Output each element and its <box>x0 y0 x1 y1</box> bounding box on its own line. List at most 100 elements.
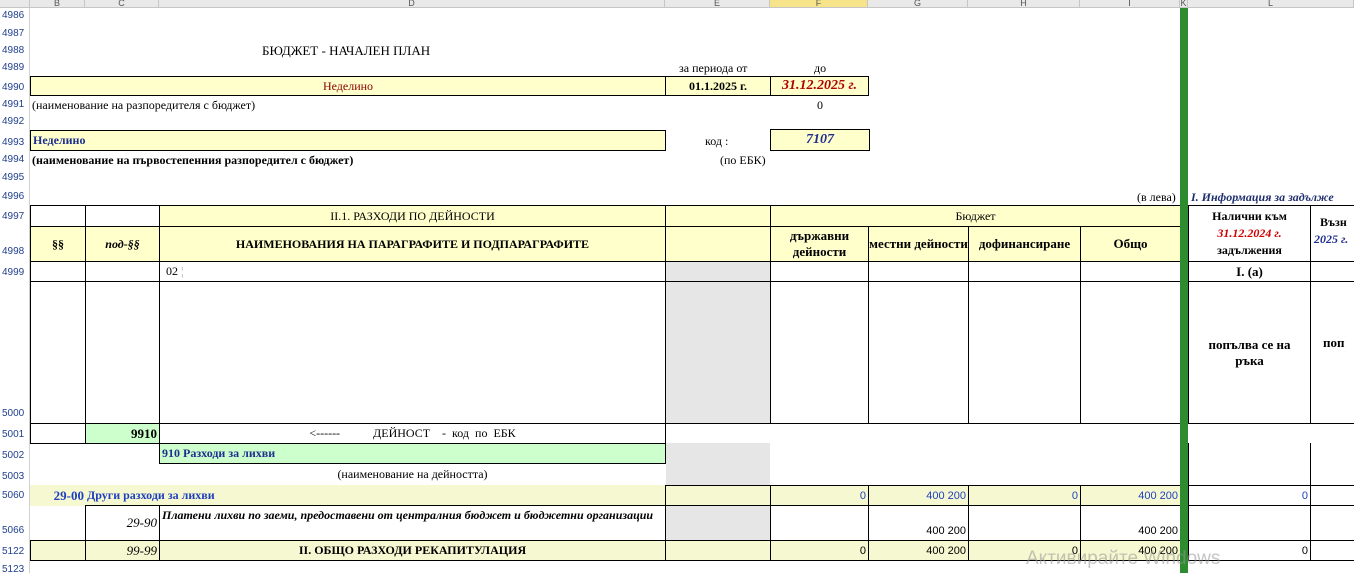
row-header[interactable]: 4989 <box>0 62 30 73</box>
r5066-info[interactable] <box>1188 505 1311 541</box>
spender-value[interactable]: 0 <box>817 98 823 113</box>
row-header[interactable]: 5123 <box>0 564 30 575</box>
column-header-g[interactable]: G <box>868 0 968 8</box>
col-cofin-header: дофинансиране <box>968 226 1081 262</box>
column-header-f[interactable]: F <box>770 0 868 8</box>
r5000-e[interactable] <box>665 281 771 424</box>
r5122-e[interactable] <box>665 540 771 561</box>
row-header[interactable]: 5002 <box>0 450 30 461</box>
r5001-par[interactable] <box>30 423 86 444</box>
r5000-state[interactable] <box>770 281 869 424</box>
r5060-par[interactable]: 29-00 <box>30 485 86 506</box>
column-header-h[interactable]: H <box>968 0 1080 8</box>
r5000-subpar[interactable] <box>85 281 160 424</box>
column-header-k[interactable]: K <box>1180 0 1188 8</box>
municipality-name-cell[interactable]: Неделино <box>30 76 666 96</box>
col-names-header: НАИМЕНОВАНИЯ НА ПАРАГРАФИТЕ И ПОДПАРАГРА… <box>159 226 666 262</box>
row-header[interactable]: 4998 <box>0 246 30 257</box>
row-header[interactable]: 5001 <box>0 429 30 440</box>
r5066-total[interactable]: 400 200 <box>1080 505 1181 541</box>
r4999-local[interactable] <box>868 261 969 282</box>
r5060-e[interactable] <box>665 485 771 506</box>
row-header[interactable]: 5000 <box>0 408 30 419</box>
r5000-par[interactable] <box>30 281 86 424</box>
column-header-l[interactable]: L <box>1188 0 1354 8</box>
column-header-d[interactable]: D <box>159 0 665 8</box>
frozen-pane-divider[interactable] <box>1180 8 1188 573</box>
r5122-subpar[interactable]: 99-99 <box>85 540 160 561</box>
column-header-b[interactable]: B <box>30 0 85 8</box>
date-to-cell[interactable]: 31.12.2025 г. <box>770 76 869 96</box>
r4999-code-cell[interactable]: 02 ¦ <box>159 261 666 282</box>
col-local-header: местни дейности <box>868 226 969 262</box>
r5060-total[interactable]: 400 200 <box>1080 485 1181 506</box>
r5122-state[interactable]: 0 <box>770 540 869 561</box>
r4999-cofin[interactable] <box>968 261 1081 282</box>
r5066-local[interactable]: 400 200 <box>868 505 969 541</box>
r5002-left-blank <box>30 443 160 485</box>
r4999-total[interactable] <box>1080 261 1181 282</box>
row-header[interactable]: 4996 <box>0 191 30 202</box>
activity-name-cell[interactable]: 910 Разходи за лихви <box>159 443 666 464</box>
row-header[interactable]: 4992 <box>0 116 30 127</box>
column-header-c[interactable]: C <box>85 0 159 8</box>
activity-code-cell[interactable]: 9910 <box>85 423 160 444</box>
r4999-e[interactable] <box>665 261 771 282</box>
r5000-local[interactable] <box>868 281 969 424</box>
col-available-label: Налични към <box>1212 209 1287 223</box>
info-section-header: I. Информация за задълже <box>1191 190 1334 204</box>
primary-spender-note: (наименование на първостепенния разпоред… <box>32 153 354 167</box>
r5060-cofin[interactable]: 0 <box>968 485 1081 506</box>
row-header[interactable]: 5060 <box>0 490 30 501</box>
header-par-top <box>30 205 86 227</box>
row-header[interactable]: 4988 <box>0 45 30 56</box>
r5122-name[interactable]: II. ОБЩО РАЗХОДИ РЕКАПИТУЛАЦИЯ <box>159 540 666 561</box>
column-header-i[interactable]: I <box>1080 0 1180 8</box>
r5122-par[interactable] <box>30 540 86 561</box>
r5066-state[interactable] <box>770 505 869 541</box>
sheet-title: БЮДЖЕТ - НАЧАЛЕН ПЛАН <box>262 43 431 58</box>
col-next-date: 2025 г. <box>1314 232 1349 246</box>
r5000-total[interactable] <box>1080 281 1181 424</box>
r5002-info <box>1188 443 1311 485</box>
r5122-local[interactable]: 400 200 <box>868 540 969 561</box>
row-header[interactable]: 5003 <box>0 471 30 482</box>
manual-fill-note[interactable]: попълва се на ръка <box>1188 281 1311 424</box>
row-header[interactable]: 5122 <box>0 546 30 557</box>
budget-header-cell: Бюджет <box>770 205 1181 227</box>
r5060-name[interactable]: Други разходи за лихви <box>85 485 665 506</box>
r5066-next[interactable] <box>1310 505 1354 541</box>
row-header[interactable]: 4993 <box>0 137 30 148</box>
row-header[interactable]: 4997 <box>0 211 30 222</box>
r4999-par[interactable] <box>30 261 86 282</box>
r5066-e[interactable] <box>665 505 771 541</box>
row-header[interactable]: 4994 <box>0 154 30 165</box>
r5000-name[interactable] <box>159 281 666 424</box>
r5000-cofin[interactable] <box>968 281 1081 424</box>
row-header[interactable]: 4995 <box>0 172 30 183</box>
manual-fill-note-next[interactable]: поп <box>1310 281 1354 424</box>
r5060-local[interactable]: 400 200 <box>868 485 969 506</box>
r4999-subpar[interactable] <box>85 261 160 282</box>
r5066-cofin[interactable] <box>968 505 1081 541</box>
row-header[interactable]: 4986 <box>0 10 30 21</box>
r5060-info[interactable]: 0 <box>1188 485 1311 506</box>
corner-cell[interactable] <box>0 0 30 8</box>
primary-spender-cell[interactable]: Неделино <box>30 130 666 151</box>
row-header[interactable]: 4991 <box>0 99 30 110</box>
column-header-e[interactable]: E <box>665 0 770 8</box>
row-header[interactable]: 4990 <box>0 82 30 93</box>
row-header[interactable]: 5066 <box>0 525 30 536</box>
r4999-state[interactable] <box>770 261 869 282</box>
r4999-info[interactable]: I. (a) <box>1188 261 1311 282</box>
r5066-subpar-cell[interactable]: 29-90 <box>85 505 160 541</box>
r4999-next[interactable] <box>1310 261 1354 282</box>
code-value-cell[interactable]: 7107 <box>770 129 870 151</box>
date-from-cell[interactable]: 01.1.2025 г. <box>665 76 771 96</box>
row-header[interactable]: 4987 <box>0 28 30 39</box>
r5122-next[interactable] <box>1310 540 1354 561</box>
r5060-next[interactable] <box>1310 485 1354 506</box>
r5060-state[interactable]: 0 <box>770 485 869 506</box>
row-header[interactable]: 4999 <box>0 267 30 278</box>
r5066-name[interactable]: Платени лихви по заеми, предоставени от … <box>159 505 666 541</box>
